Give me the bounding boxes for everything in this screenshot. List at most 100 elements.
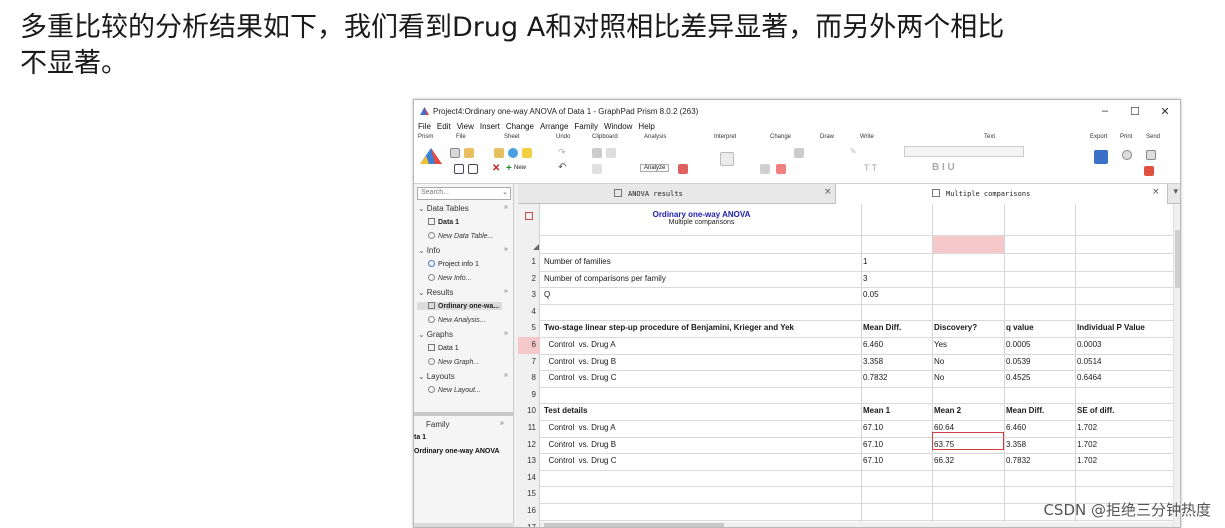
new-sheet-plus-icon[interactable]: + [506,163,512,174]
table-cell[interactable]: 0.0514 [1077,357,1172,366]
table-cell[interactable]: Discovery? [934,323,1002,332]
table-cell[interactable]: 0.0005 [1006,340,1073,349]
row-number[interactable]: 1 [518,254,540,271]
table-cell[interactable]: 1 [863,257,930,266]
table-cell[interactable]: 67.10 [863,423,930,432]
draw-line-icon[interactable] [794,148,804,158]
table-cell[interactable]: No [934,373,1002,382]
table-cell[interactable]: Control vs. Drug A [544,423,859,432]
horizontal-scrollbar[interactable] [540,522,1173,527]
new-file-icon[interactable] [450,148,460,158]
table-cell[interactable]: 60.64 [934,423,1002,432]
table-cell[interactable]: Mean 1 [863,406,930,415]
table-cell[interactable]: Yes [934,340,1002,349]
nav-item-project-info[interactable]: Project info 1 [428,260,479,268]
menu-help[interactable]: Help [638,122,654,134]
row-number[interactable]: 12 [518,437,540,454]
table-cell[interactable]: 67.10 [863,440,930,449]
nav-item-new-layout[interactable]: New Layout... [428,386,481,394]
menu-edit[interactable]: Edit [437,122,451,134]
table-cell[interactable]: Mean Diff. [863,323,930,332]
table-cell[interactable]: 3 [863,274,930,283]
cut-icon[interactable] [592,148,602,158]
change-chart-icon[interactable] [760,164,770,174]
navigator-search-input[interactable]: Search... ⌄ [417,187,511,200]
change-color-icon[interactable] [776,164,786,174]
menu-change[interactable]: Change [506,122,534,134]
row-number[interactable]: 5 [518,320,540,337]
export-icon[interactable] [1094,150,1108,164]
table-cell[interactable]: 0.7832 [863,373,930,382]
nav-item-ordinary-anova[interactable]: Ordinary one-wa... [417,302,502,310]
table-cell[interactable]: Mean Diff. [1006,406,1073,415]
analysis-chart-icon[interactable] [678,164,688,174]
redo-icon[interactable]: ↷ [558,147,566,158]
table-cell[interactable]: 0.0003 [1077,340,1172,349]
selected-cell[interactable] [932,432,1004,450]
table-cell[interactable]: 1.702 [1077,423,1172,432]
row-number[interactable]: 9 [518,387,540,404]
table-cell[interactable]: SE of diff. [1077,406,1172,415]
table-cell[interactable]: 1.702 [1077,456,1172,465]
tab-multiple-comparisons[interactable]: Multiple comparisons × [836,184,1168,204]
table-cell[interactable]: 66.32 [934,456,1002,465]
row-number[interactable]: 11 [518,420,540,437]
paste-icon[interactable] [592,164,602,174]
selected-column-header[interactable] [933,236,1004,253]
row-number[interactable]: 6 [518,337,540,354]
table-cell[interactable]: 3.358 [1006,440,1073,449]
menu-view[interactable]: View [457,122,474,134]
table-cell[interactable]: 6.460 [863,340,930,349]
row-number[interactable]: 3 [518,287,540,304]
row-number[interactable]: 13 [518,453,540,470]
print-icon[interactable] [1122,150,1132,160]
row-number[interactable]: 17 [518,520,540,527]
nav-item-new-analysis[interactable]: New Analysis... [428,316,486,324]
send-email-icon[interactable] [1144,166,1154,176]
menu-insert[interactable]: Insert [480,122,500,134]
section-data-tables[interactable]: ⌄ Data Tables » [418,204,508,213]
table-cell[interactable]: 0.7832 [1006,456,1073,465]
close-button[interactable]: ✕ [1150,105,1180,118]
nav-item-data-1[interactable]: Data 1 [428,218,459,226]
close-icon[interactable]: × [1152,187,1160,197]
tab-list-dropdown-icon[interactable]: ▾ [1173,187,1178,197]
menu-file[interactable]: File [418,122,431,134]
table-cell[interactable]: Control vs. Drug C [544,373,859,382]
row-number[interactable]: 7 [518,354,540,371]
vertical-scrollbar[interactable] [1173,204,1180,527]
table-cell[interactable]: 0.0539 [1006,357,1073,366]
double-chevron-icon[interactable]: » [504,204,508,211]
text-format-icons[interactable]: B I U [932,162,955,173]
tab-anova-results[interactable]: ANOVA results × [518,184,836,204]
table-cell[interactable]: Q [544,290,859,299]
nav-item-new-data-table[interactable]: New Data Table... [428,232,493,240]
save-icon[interactable] [454,164,464,174]
menu-arrange[interactable]: Arrange [540,122,568,134]
table-cell[interactable]: Number of comparisons per family [544,274,859,283]
menu-window[interactable]: Window [604,122,632,134]
sidebar-splitter[interactable] [414,412,514,416]
sheet-star-icon[interactable] [522,148,532,158]
menu-family[interactable]: Family [574,122,598,134]
prism-logo-icon[interactable] [420,148,442,164]
row-number[interactable]: 14 [518,470,540,487]
section-layouts[interactable]: ⌄ Layouts » [418,372,508,381]
nav-item-new-graph[interactable]: New Graph... [428,358,479,366]
table-cell[interactable]: Test details [544,406,859,415]
maximize-button[interactable]: ☐ [1120,105,1150,118]
table-cell[interactable]: 6.460 [1006,423,1073,432]
table-cell[interactable]: Control vs. Drug C [544,456,859,465]
section-graphs[interactable]: ⌄ Graphs » [418,330,508,339]
nav-item-new-info[interactable]: New Info... [428,274,471,282]
table-cell[interactable]: Control vs. Drug B [544,440,859,449]
section-results[interactable]: ⌄ Results » [418,288,508,297]
table-cell[interactable]: Mean 2 [934,406,1002,415]
text-tool-icon[interactable]: T T [864,163,877,173]
double-chevron-icon[interactable]: » [504,330,508,337]
double-chevron-icon[interactable]: » [504,246,508,253]
close-icon[interactable]: × [824,187,832,197]
table-cell[interactable]: Individual P Value [1077,323,1172,332]
table-cell[interactable]: 1.702 [1077,440,1172,449]
row-number[interactable]: 10 [518,403,540,420]
